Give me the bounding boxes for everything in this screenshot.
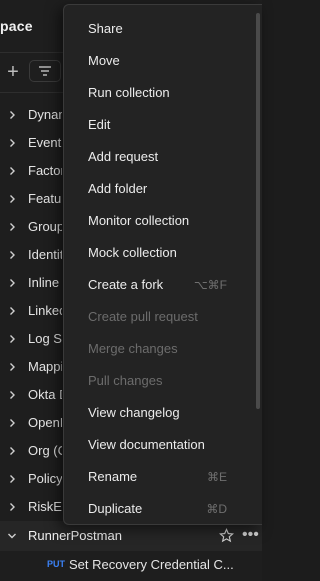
- shortcut-hint: ⌘D: [206, 502, 227, 516]
- menu-item-share[interactable]: Share: [64, 13, 262, 45]
- chevron-right-icon[interactable]: [7, 474, 17, 484]
- collection-label: Dynam: [28, 107, 62, 122]
- chevron-right-icon[interactable]: [7, 222, 17, 232]
- menu-item-label: Monitor collection: [88, 213, 190, 228]
- request-label: Set Recovery Credential C...: [69, 557, 234, 572]
- chevron-right-icon[interactable]: [7, 502, 17, 512]
- add-button[interactable]: +: [3, 62, 23, 82]
- menu-item-label: Add request: [88, 149, 159, 164]
- collection-label: Event: [28, 135, 62, 150]
- request-row[interactable]: PUT Set Recovery Credential C...: [0, 551, 262, 579]
- chevron-right-icon[interactable]: [7, 110, 17, 120]
- collection-label: Okta D: [28, 387, 62, 402]
- menu-item-run-collection[interactable]: Run collection: [64, 77, 262, 109]
- menu-item-view-changelog[interactable]: View changelog: [64, 397, 262, 429]
- collection-row[interactable]: Mappi: [0, 353, 62, 381]
- menu-item-move[interactable]: Move: [64, 45, 262, 77]
- more-icon[interactable]: •••: [242, 527, 259, 543]
- menu-item-label: Share: [88, 21, 123, 36]
- collection-label: RunnerPostman: [28, 528, 122, 543]
- collection-row[interactable]: Org (C: [0, 437, 62, 465]
- menu-item-label: Run collection: [88, 85, 170, 100]
- chevron-right-icon[interactable]: [7, 278, 17, 288]
- menu-item-label: Duplicate: [88, 501, 143, 516]
- star-icon[interactable]: [219, 528, 234, 543]
- menu-item-view-documentation[interactable]: View documentation: [64, 429, 262, 461]
- menu-item-merge-changes: Merge changes: [64, 333, 262, 365]
- collection-label: Group: [28, 219, 62, 234]
- chevron-down-icon[interactable]: [7, 531, 17, 541]
- menu-item-label: Pull changes: [88, 373, 163, 388]
- filter-icon: [39, 66, 51, 76]
- workspace-title[interactable]: pace: [0, 18, 70, 46]
- menu-item-label: Merge changes: [88, 341, 178, 356]
- menu-item-label: Move: [88, 53, 120, 68]
- collection-label: Mappi: [28, 359, 62, 374]
- menu-item-monitor-collection[interactable]: Monitor collection: [64, 205, 262, 237]
- menu-item-mock-collection[interactable]: Mock collection: [64, 237, 262, 269]
- collection-label: Log St: [28, 331, 62, 346]
- workspace-title-text: pace: [0, 18, 33, 34]
- menu-item-edit[interactable]: Edit: [64, 109, 262, 141]
- context-menu: Share Move Run collection Edit Add request Ad…: [63, 4, 262, 525]
- collection-row[interactable]: Group: [0, 213, 62, 241]
- menu-item-label: Create a fork: [88, 277, 164, 292]
- filter-button[interactable]: [29, 60, 61, 82]
- collection-label: Org (C: [28, 443, 62, 458]
- collection-label: Inline: [28, 275, 60, 290]
- collection-label: Linked: [28, 303, 62, 318]
- collection-row[interactable]: Log St: [0, 325, 62, 353]
- collection-row[interactable]: Linked: [0, 297, 62, 325]
- menu-item-pull-changes: Pull changes: [64, 365, 262, 397]
- collection-row[interactable]: Identit: [0, 241, 62, 269]
- menu-item-rename[interactable]: Rename ⌘E: [64, 461, 262, 493]
- collection-label: Policy: [28, 471, 62, 486]
- chevron-right-icon[interactable]: [7, 334, 17, 344]
- method-badge: PUT: [47, 559, 65, 569]
- collection-label: Identit: [28, 247, 62, 262]
- chevron-right-icon[interactable]: [7, 418, 17, 428]
- collection-row[interactable]: Okta D: [0, 381, 62, 409]
- collection-label: OpenI: [28, 415, 62, 430]
- menu-item-label: Add folder: [88, 181, 148, 196]
- menu-item-duplicate[interactable]: Duplicate ⌘D: [64, 493, 262, 524]
- menu-item-label: Mock collection: [88, 245, 177, 260]
- chevron-right-icon[interactable]: [7, 194, 17, 204]
- collection-row[interactable]: Featur: [0, 185, 62, 213]
- chevron-right-icon[interactable]: [7, 138, 17, 148]
- menu-item-create-pull-request: Create pull request: [64, 301, 262, 333]
- collection-row[interactable]: RiskEv: [0, 493, 62, 521]
- chevron-right-icon[interactable]: [7, 250, 17, 260]
- menu-item-label: Create pull request: [88, 309, 198, 324]
- chevron-right-icon[interactable]: [7, 362, 17, 372]
- menu-item-add-request[interactable]: Add request: [64, 141, 262, 173]
- collection-row[interactable]: Event: [0, 129, 62, 157]
- collection-row-runnerpostman[interactable]: RunnerPostman •••: [0, 521, 262, 551]
- collection-label: Factor: [28, 163, 62, 178]
- collection-label: RiskEv: [28, 499, 62, 514]
- menu-item-label: View documentation: [88, 437, 205, 452]
- collection-row[interactable]: Factor: [0, 157, 62, 185]
- menu-item-label: Edit: [88, 117, 111, 132]
- chevron-right-icon[interactable]: [7, 446, 17, 456]
- menu-item-create-a-fork[interactable]: Create a fork ⌥⌘F: [64, 269, 262, 301]
- collection-row[interactable]: OpenI: [0, 409, 62, 437]
- collection-row[interactable]: Policy: [0, 465, 62, 493]
- collection-tree: Dynam Event Factor Featur Group Identit Inline…: [0, 101, 62, 521]
- chevron-right-icon[interactable]: [7, 166, 17, 176]
- shortcut-hint: ⌘E: [206, 470, 227, 484]
- menu-item-label: Rename: [88, 469, 138, 484]
- collection-row[interactable]: Dynam: [0, 101, 62, 129]
- shortcut-hint: ⌥⌘F: [193, 278, 227, 292]
- collection-label: Featur: [28, 191, 62, 206]
- collection-row[interactable]: Inline: [0, 269, 62, 297]
- menu-item-add-folder[interactable]: Add folder: [64, 173, 262, 205]
- chevron-right-icon[interactable]: [7, 306, 17, 316]
- chevron-right-icon[interactable]: [7, 390, 17, 400]
- menu-item-label: View changelog: [88, 405, 180, 420]
